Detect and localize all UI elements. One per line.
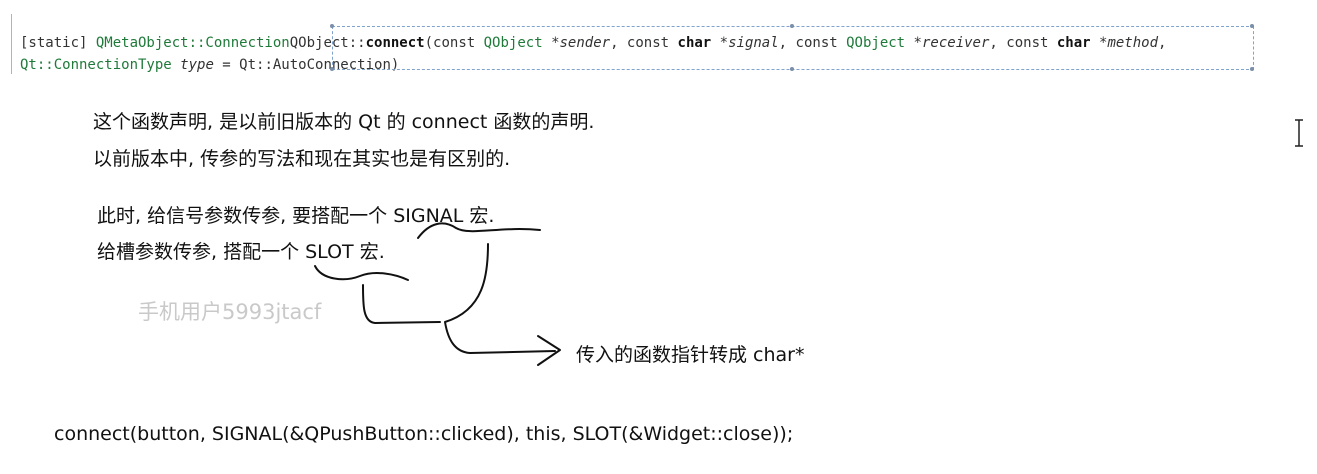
signal-underline — [417, 222, 541, 239]
slot-underline — [314, 265, 409, 281]
handwritten-annotation — [314, 222, 561, 366]
text-ibeam-cursor-icon — [1295, 119, 1303, 147]
connector-from-slot — [362, 284, 441, 324]
